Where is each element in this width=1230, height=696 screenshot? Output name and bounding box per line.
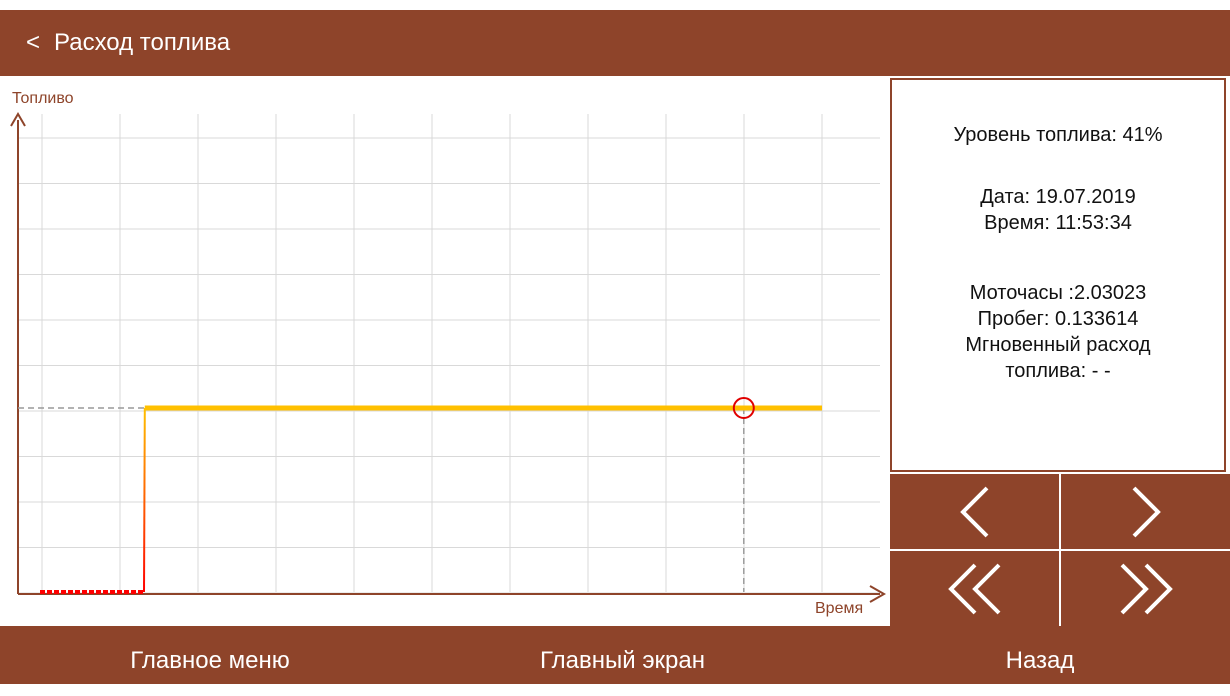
prev-button[interactable]	[890, 474, 1059, 549]
mileage-text: Пробег: 0.133614	[977, 308, 1139, 330]
time-text: Время: 11:53:34	[984, 212, 1132, 234]
fast-prev-button[interactable]	[890, 551, 1059, 626]
double-chevron-left-icon	[947, 563, 1000, 614]
navigation-pad	[890, 474, 1230, 626]
page-title: Расход топлива	[54, 29, 231, 56]
fuel-chart-svg: Топливо Время	[10, 90, 887, 617]
chart-axes	[10, 112, 887, 603]
main-screen-button[interactable]: Главный экран	[500, 626, 745, 684]
chevron-left-icon	[959, 486, 988, 537]
chevron-right-icon	[1132, 486, 1161, 537]
header-bar: < Расход топлива	[0, 10, 1230, 76]
nav-divider-horizontal	[890, 549, 1230, 551]
fuel-level-text: Уровень топлива: 41%	[953, 124, 1163, 146]
x-axis-label: Время	[815, 600, 863, 617]
footer-bar: Главное меню Главный экран Назад	[0, 626, 1230, 684]
engine-hours-text: Моточасы :2.03023	[969, 282, 1147, 304]
fuel-chart: Топливо Время	[0, 76, 888, 626]
date-text: Дата: 19.07.2019	[980, 186, 1136, 208]
fuel-series	[40, 405, 822, 594]
info-panel: Уровень топлива: 41% Дата: 19.07.2019 Вр…	[890, 78, 1226, 472]
back-button[interactable]: Назад	[950, 626, 1130, 684]
series-segment-rise	[143, 407, 146, 593]
instant-consumption-value: топлива: - -	[1005, 360, 1111, 382]
cursor-guides	[18, 407, 745, 592]
instant-consumption-label: Мгновенный расход	[965, 334, 1151, 356]
next-button[interactable]	[1061, 474, 1230, 549]
double-chevron-right-icon	[1120, 563, 1173, 614]
back-arrow-button[interactable]: <	[0, 10, 54, 76]
fast-next-button[interactable]	[1061, 551, 1230, 626]
chart-grid	[18, 114, 880, 594]
y-axis-label: Топливо	[12, 90, 74, 107]
main-menu-button[interactable]: Главное меню	[90, 626, 330, 684]
